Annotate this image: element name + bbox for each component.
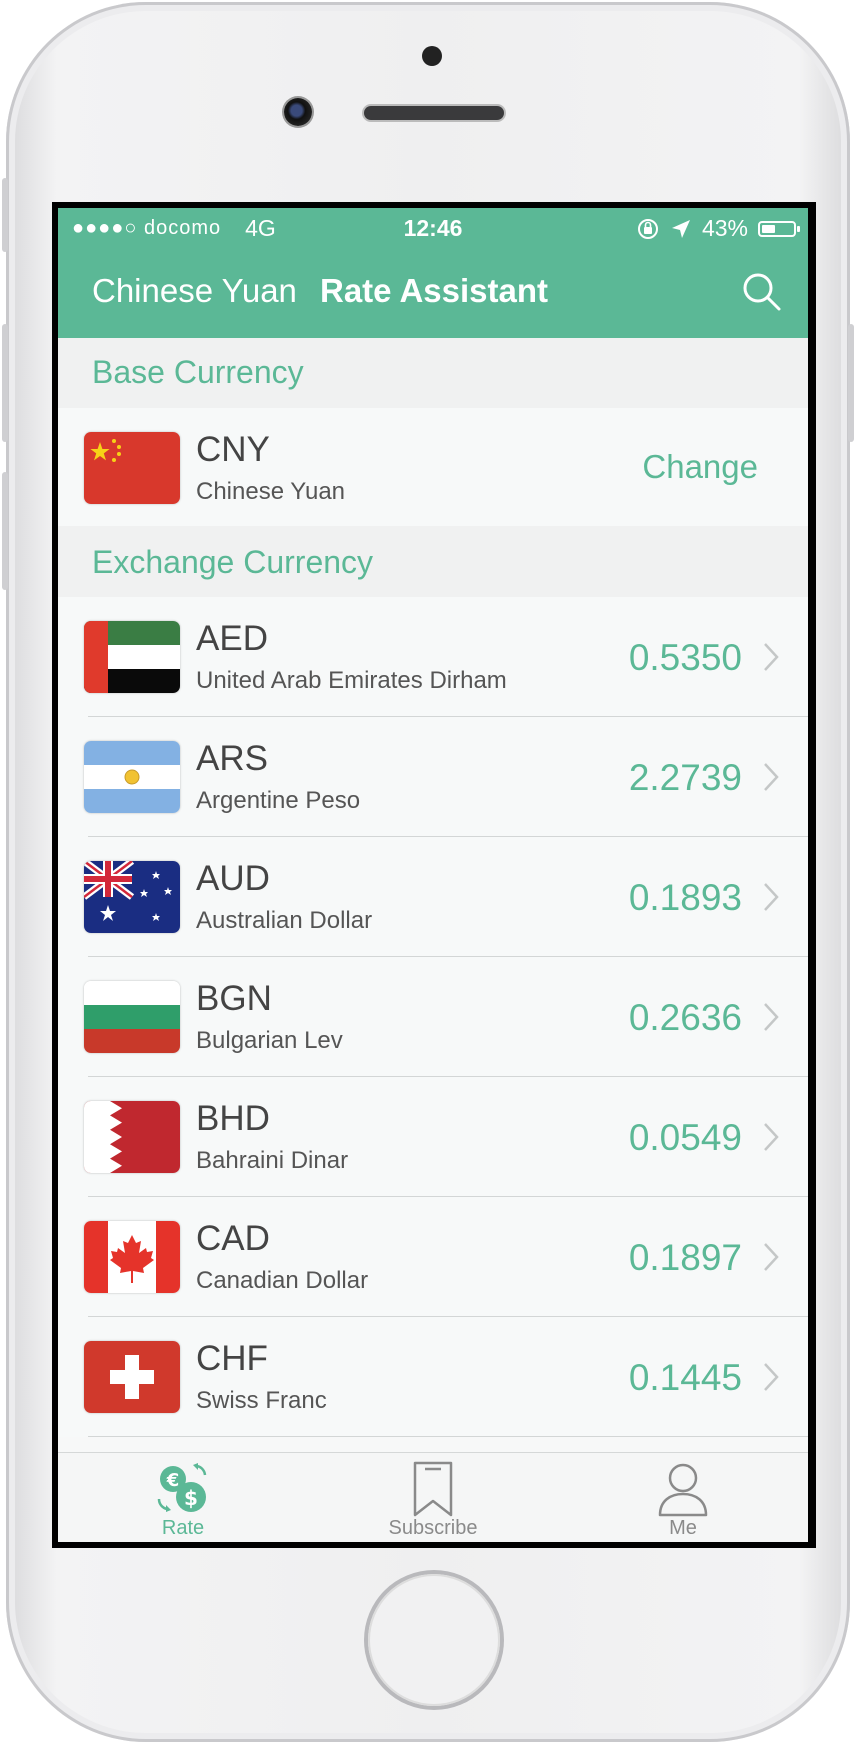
currency-code: AED [196,619,268,658]
chevron-right-icon [764,643,779,671]
currency-name: Bahraini Dinar [196,1147,349,1174]
exchange-rate: 0.1897 [628,1237,742,1278]
aed-flag-icon [84,621,180,693]
rotation-lock-icon [637,218,658,239]
tab-subscribe-label: Subscribe [388,1517,478,1539]
tab-rate[interactable]: € $ Rate [58,1453,308,1542]
volume-up-button [2,324,8,442]
base-currency-row: CNY Chinese Yuan Change [58,408,808,526]
cny-flag-icon [84,432,180,504]
currency-row-cad[interactable]: CAD Canadian Dollar 0.1897 [58,1197,808,1317]
proximity-sensor [422,46,442,66]
base-currency-code: CNY [196,430,270,469]
status-bar: ●●●●○ docomo 4G 12:46 43% [58,208,808,248]
exchange-rate: 0.5350 [628,637,742,678]
exchange-rate: 0.1893 [628,877,742,918]
chf-flag-icon [84,1341,180,1413]
currency-row-bgn[interactable]: BGN Bulgarian Lev 0.2636 [58,957,808,1077]
tab-subscribe[interactable]: Subscribe [308,1453,558,1542]
currency-name: Bulgarian Lev [196,1027,343,1054]
front-camera [284,98,312,126]
home-button[interactable] [368,1574,500,1706]
currency-row-aed[interactable]: AED United Arab Emirates Dirham 0.5350 [58,597,808,717]
row-divider [88,1436,808,1437]
tab-rate-label: Rate [161,1517,205,1539]
cad-flag-icon [84,1221,180,1293]
nav-currency-label[interactable]: Chinese Yuan [92,272,297,310]
bgn-flag-icon [84,981,180,1053]
exchange-currency-header-label: Exchange Currency [92,544,374,580]
screen: ●●●●○ docomo 4G 12:46 43% Chinese Yuan R… [52,202,816,1548]
aud-flag-icon [84,861,180,933]
tab-me-label: Me [669,1517,697,1539]
currency-code: CHF [196,1339,268,1378]
currency-code: CAD [196,1219,270,1258]
currency-name: Argentine Peso [196,787,361,814]
battery-icon [758,220,800,237]
currency-code: AUD [196,859,270,898]
chevron-right-icon [764,763,779,791]
exchange-rate: 0.1445 [628,1357,742,1398]
earpiece-speaker [364,106,504,120]
exchange-rate: 0.0549 [628,1117,742,1158]
svg-text:€: € [166,1470,180,1491]
app-display: ●●●●○ docomo 4G 12:46 43% Chinese Yuan R… [58,208,808,1542]
power-button [848,324,854,442]
phone-frame: ●●●●○ docomo 4G 12:46 43% Chinese Yuan R… [2,2,854,1742]
location-arrow-icon [671,219,690,238]
base-currency-header-label: Base Currency [92,354,304,390]
currency-row-aud[interactable]: AUD Australian Dollar 0.1893 [58,837,808,957]
person-icon [658,1463,708,1517]
navigation-bar: Chinese Yuan Rate Assistant [58,248,808,338]
currency-name: Canadian Dollar [196,1267,369,1294]
exchange-currency-header: Exchange Currency [58,526,808,597]
bhd-flag-icon [84,1101,180,1173]
chevron-right-icon [764,883,779,911]
base-currency-name: Chinese Yuan [196,478,346,505]
base-currency-header: Base Currency [58,338,808,408]
currency-code: BGN [196,979,272,1018]
currency-code: ARS [196,739,268,778]
currency-row-ars[interactable]: ARS Argentine Peso 2.2739 [58,717,808,837]
chevron-right-icon [764,1003,779,1031]
search-icon[interactable] [740,270,784,314]
currency-row-bhd[interactable]: BHD Bahraini Dinar 0.0549 [58,1077,808,1197]
ars-flag-icon [84,741,180,813]
currency-code: BHD [196,1099,270,1138]
chevron-right-icon [764,1123,779,1151]
chevron-right-icon [764,1243,779,1271]
page-title: Rate Assistant [320,272,549,309]
volume-down-button [2,472,8,590]
currency-name: United Arab Emirates Dirham [196,667,507,694]
currency-exchange-icon: € $ [157,1463,207,1512]
tab-me[interactable]: Me [558,1453,808,1542]
mute-switch [2,178,8,252]
currency-name: Australian Dollar [196,907,373,934]
currency-name: Swiss Franc [196,1387,327,1414]
chevron-right-icon [764,1363,779,1391]
exchange-rate: 0.2636 [628,997,742,1038]
change-base-button[interactable]: Change [642,448,758,486]
battery-percent: 43% [701,215,748,241]
bookmark-icon [413,1461,453,1517]
tab-bar: € $ Rate Subscribe Me [58,1452,808,1542]
svg-text:$: $ [184,1486,198,1510]
currency-row-chf[interactable]: CHF Swiss Franc 0.1445 [58,1317,808,1437]
exchange-rate: 2.2739 [628,757,742,798]
